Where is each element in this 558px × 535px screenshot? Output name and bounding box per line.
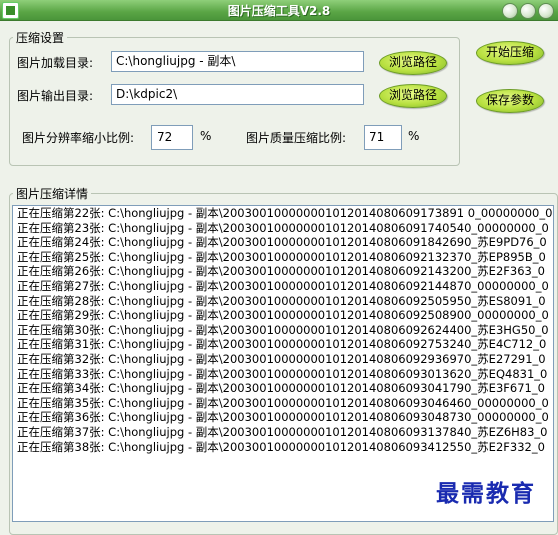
log-line: 正在压缩第23张: C:\hongliujpg - 副本\20030010000… [17, 220, 549, 235]
settings-group-label: 压缩设置 [13, 29, 68, 46]
log-line: 正在压缩第33张: C:\hongliujpg - 副本\20030010000… [17, 366, 548, 381]
log-line: 正在压缩第25张: C:\hongliujpg - 副本\20030010000… [17, 249, 546, 264]
maximize-button[interactable] [520, 3, 536, 19]
browse-output-button[interactable]: 浏览路径 [379, 84, 447, 108]
log-line: 正在压缩第31张: C:\hongliujpg - 副本\20030010000… [17, 337, 547, 352]
details-group-label: 图片压缩详情 [13, 185, 92, 202]
log-line: 正在压缩第29张: C:\hongliujpg - 副本\20030010000… [17, 308, 549, 323]
window-title: 图片压缩工具V2.8 [227, 4, 331, 18]
start-compress-button[interactable]: 开始压缩 [476, 41, 544, 65]
load-dir-input[interactable]: C:\hongliujpg - 副本\ [111, 51, 364, 72]
resolution-label: 图片分辨率缩小比例: [22, 131, 135, 145]
quality-percent: % [408, 129, 420, 143]
close-button[interactable] [538, 3, 554, 19]
log-line: 正在压缩第22张: C:\hongliujpg - 副本\20030010000… [17, 206, 553, 220]
watermark: 最需教育 [436, 480, 536, 507]
save-params-button[interactable]: 保存参数 [476, 89, 544, 113]
quality-label: 图片质量压缩比例: [246, 131, 347, 145]
log-line: 正在压缩第38张: C:\hongliujpg - 副本\20030010000… [17, 439, 545, 454]
log-line: 正在压缩第37张: C:\hongliujpg - 副本\20030010000… [17, 424, 548, 439]
log-line: 正在压缩第26张: C:\hongliujpg - 副本\20030010000… [17, 264, 545, 279]
title-bar: 图片压缩工具V2.8 [0, 0, 558, 21]
log-line: 正在压缩第24张: C:\hongliujpg - 副本\20030010000… [17, 235, 547, 250]
log-line: 正在压缩第30张: C:\hongliujpg - 副本\20030010000… [17, 322, 549, 337]
log-line: 正在压缩第32张: C:\hongliujpg - 副本\20030010000… [17, 351, 546, 366]
load-dir-label: 图片加载目录: [17, 56, 94, 70]
resolution-input[interactable]: 72 [151, 125, 193, 150]
log-line: 正在压缩第34张: C:\hongliujpg - 副本\20030010000… [17, 381, 545, 396]
log-line: 正在压缩第27张: C:\hongliujpg - 副本\20030010000… [17, 278, 549, 293]
minimize-button[interactable] [502, 3, 518, 19]
output-dir-input[interactable]: D:\kdpic2\ [111, 84, 364, 105]
log-line: 正在压缩第35张: C:\hongliujpg - 副本\20030010000… [17, 395, 549, 410]
log-line: 正在压缩第28张: C:\hongliujpg - 副本\20030010000… [17, 293, 546, 308]
output-dir-label: 图片输出目录: [17, 89, 94, 103]
browse-load-button[interactable]: 浏览路径 [379, 51, 447, 75]
resolution-percent: % [200, 129, 212, 143]
log-line: 正在压缩第36张: C:\hongliujpg - 副本\20030010000… [17, 410, 549, 425]
quality-input[interactable]: 71 [364, 125, 402, 150]
